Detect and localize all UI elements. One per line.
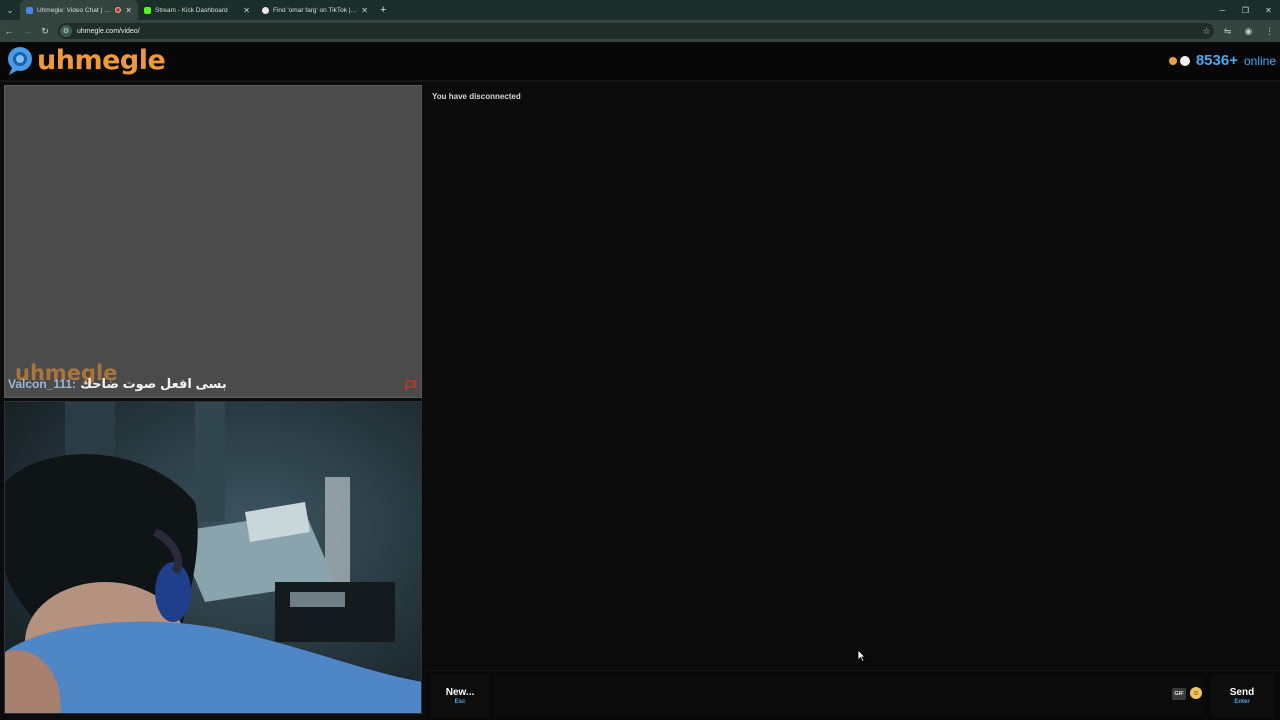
site-logo[interactable]: uhmegle bbox=[6, 45, 166, 76]
browser-tab-bar: ⌄ Uhmegle: Video Chat | On… ✕ Stream - K… bbox=[0, 0, 1280, 20]
caption-username: Valcon_111: bbox=[8, 377, 77, 391]
send-button[interactable]: Send Enter bbox=[1210, 675, 1274, 717]
minimize-icon[interactable]: ─ bbox=[1211, 0, 1234, 20]
online-label: online bbox=[1243, 53, 1276, 68]
report-flag-icon[interactable] bbox=[405, 380, 417, 391]
close-tab-icon[interactable]: ✕ bbox=[243, 6, 250, 15]
online-count: 8536+ bbox=[1195, 52, 1238, 69]
send-button-hint: Enter bbox=[1234, 699, 1250, 705]
caption-message: بسى افعل صوت ضاحك bbox=[80, 376, 227, 391]
cast-icon[interactable]: ⇋ bbox=[1217, 20, 1238, 42]
self-webcam-video bbox=[4, 401, 422, 714]
tiktok-favicon-icon bbox=[262, 6, 269, 14]
extensions-icon[interactable]: ◉ bbox=[1238, 20, 1259, 42]
window-controls: ─ ❐ ✕ bbox=[1211, 0, 1280, 20]
bookmark-star-icon[interactable]: ☆ bbox=[1196, 20, 1217, 42]
logo-bubble-icon bbox=[8, 47, 32, 75]
forward-arrow-icon[interactable]: → bbox=[18, 20, 36, 42]
chat-input-bar: New... Esc GIF ☺ Send Enter bbox=[427, 670, 1280, 720]
restore-icon[interactable]: ❐ bbox=[1234, 0, 1257, 20]
disconnect-status: You have disconnected bbox=[432, 92, 521, 101]
close-tab-icon[interactable]: ✕ bbox=[125, 6, 132, 15]
recording-indicator-icon bbox=[115, 7, 122, 13]
new-button-label: New... bbox=[445, 687, 475, 698]
tab-title: Stream - Kick Dashboard bbox=[155, 6, 228, 14]
logo-text: uhmegle bbox=[37, 45, 166, 76]
tab-search-icon[interactable]: ⌄ bbox=[0, 0, 20, 20]
close-tab-icon[interactable]: ✕ bbox=[361, 6, 368, 15]
tab-title: Uhmegle: Video Chat | On… bbox=[37, 6, 112, 14]
url-text[interactable]: uhmegle.com/video/ bbox=[77, 28, 140, 35]
tab-kick-dashboard[interactable]: Stream - Kick Dashboard ✕ bbox=[138, 0, 256, 20]
send-button-label: Send bbox=[1229, 687, 1255, 698]
back-arrow-icon[interactable]: ← bbox=[0, 20, 18, 42]
tab-tiktok[interactable]: Find 'omar farg' on TikTok | Ti… ✕ bbox=[256, 0, 374, 20]
mouse-cursor-icon bbox=[857, 649, 866, 662]
toolbar-actions: ☆ ⇋ ◉ ⋮ bbox=[1196, 20, 1280, 42]
chat-log: You have disconnected bbox=[427, 85, 1276, 667]
stranger-video: uhmegle Valcon_111: بسى افعل صوت ضاحك bbox=[4, 85, 422, 398]
emoji-icon[interactable]: ☺ bbox=[1190, 687, 1202, 699]
status-dot-icon bbox=[1168, 56, 1177, 65]
site-info-icon[interactable]: ⚙ bbox=[60, 25, 72, 37]
uhmegle-favicon-icon bbox=[26, 6, 33, 14]
new-button-hint: Esc bbox=[454, 699, 466, 705]
online-counter: 8536+ online bbox=[1168, 52, 1276, 69]
more-menu-icon[interactable]: ⋮ bbox=[1259, 20, 1280, 42]
video-caption: Valcon_111: بسى افعل صوت ضاحك bbox=[8, 376, 227, 392]
tab-uhmegle[interactable]: Uhmegle: Video Chat | On… ✕ bbox=[20, 0, 138, 20]
plus-icon[interactable]: + bbox=[374, 4, 392, 16]
close-window-icon[interactable]: ✕ bbox=[1257, 0, 1280, 20]
message-input[interactable] bbox=[493, 675, 1203, 717]
kick-favicon-icon bbox=[144, 6, 151, 14]
browser-toolbar: ← → ↻ ⚙ uhmegle.com/video/ bbox=[0, 20, 1280, 42]
webcam-scene bbox=[5, 402, 421, 713]
status-dot-icon bbox=[1179, 55, 1190, 66]
tab-title: Find 'omar farg' on TikTok | Ti… bbox=[273, 6, 358, 14]
address-bar[interactable]: ⚙ uhmegle.com/video/ bbox=[58, 23, 1214, 39]
reload-icon[interactable]: ↻ bbox=[36, 20, 54, 42]
site-header: uhmegle 8536+ online bbox=[0, 42, 1280, 82]
gif-button[interactable]: GIF bbox=[1172, 688, 1186, 700]
new-chat-button[interactable]: New... Esc bbox=[431, 675, 489, 717]
